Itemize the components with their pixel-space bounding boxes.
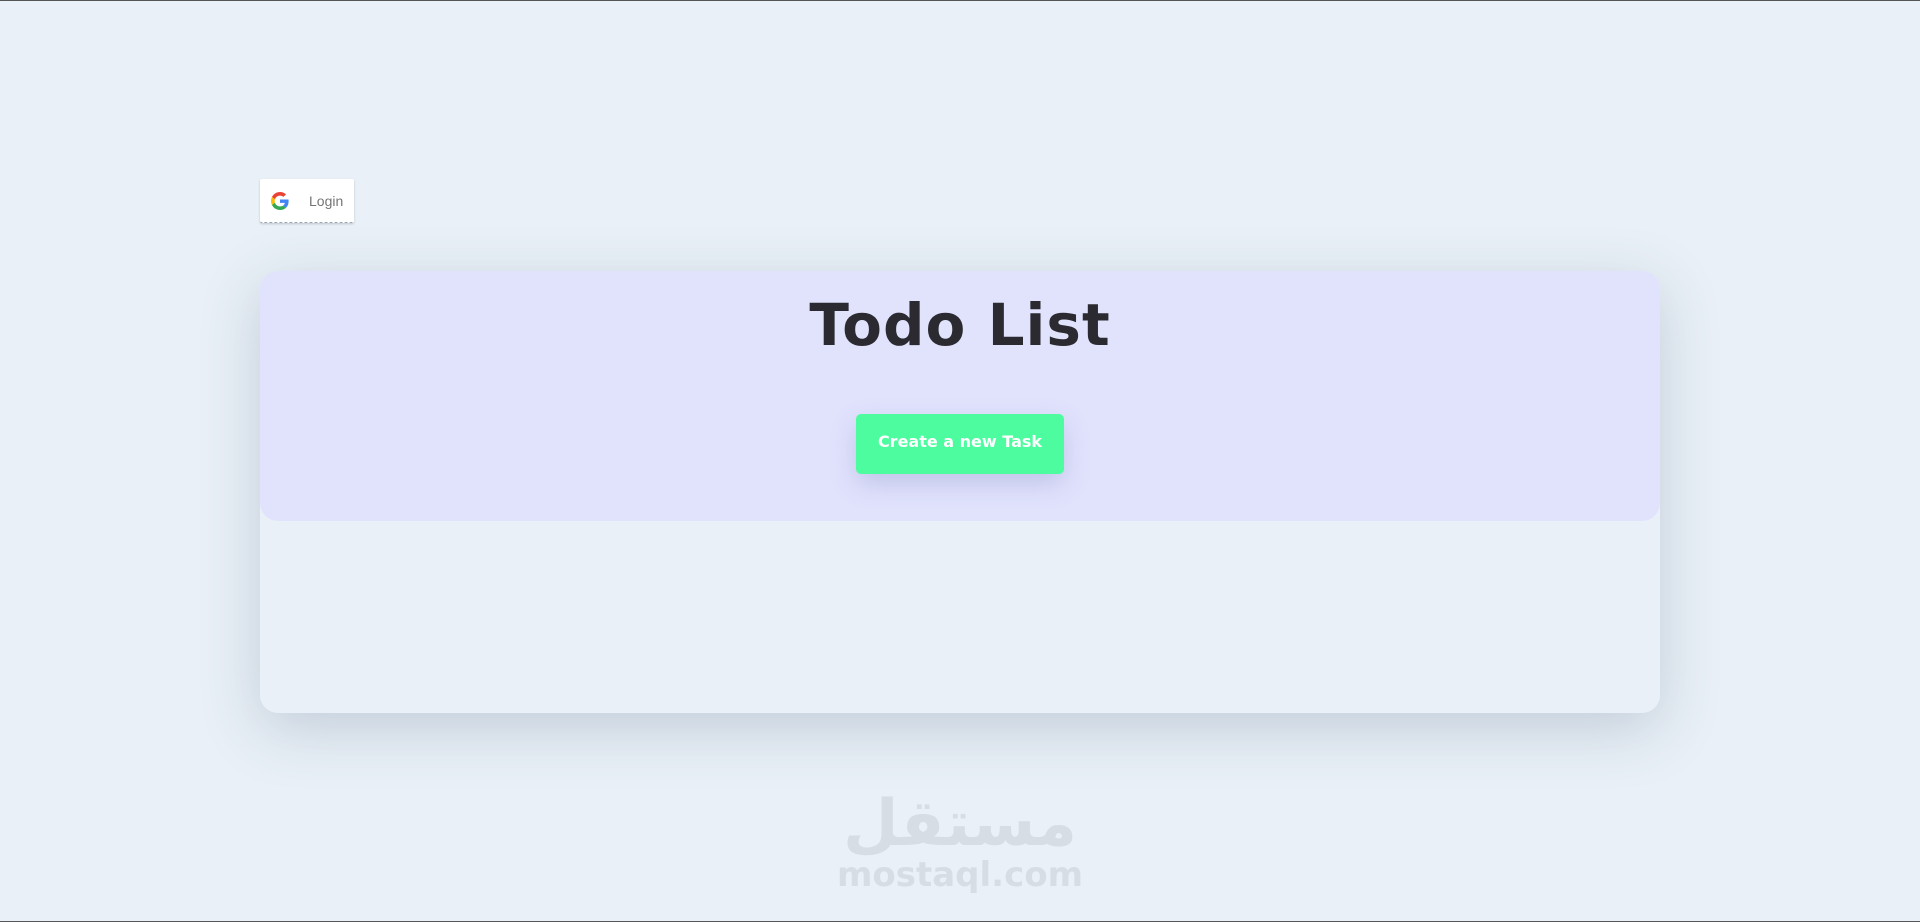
todo-card: Todo List Create a new Task bbox=[260, 271, 1660, 713]
page-title: Todo List bbox=[809, 291, 1111, 359]
page: Login Todo List Create a new Task مستقل … bbox=[0, 0, 1920, 922]
watermark-arabic-text: مستقل bbox=[842, 787, 1078, 861]
watermark-logo: مستقل mostaql.com bbox=[820, 791, 1100, 893]
todo-card-header: Todo List Create a new Task bbox=[260, 271, 1660, 521]
login-label: Login bbox=[309, 192, 344, 209]
create-task-button[interactable]: Create a new Task bbox=[856, 414, 1064, 474]
watermark-latin-text: mostaql.com bbox=[836, 855, 1084, 895]
google-login-button[interactable]: Login bbox=[260, 179, 354, 223]
google-icon bbox=[270, 191, 290, 211]
